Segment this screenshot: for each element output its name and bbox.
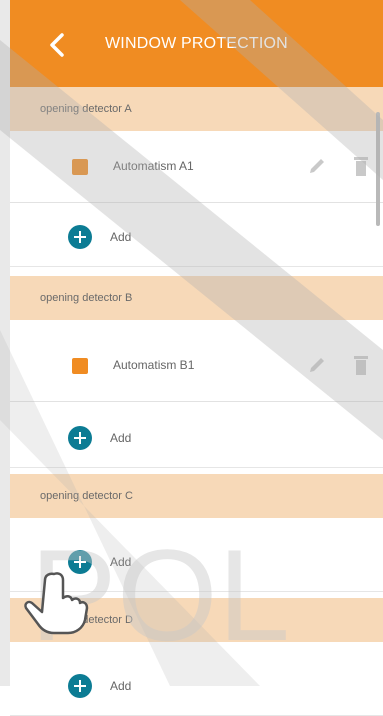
plus-circle-icon[interactable] <box>68 426 92 450</box>
automatism-label: Automatism A1 <box>113 159 194 173</box>
chevron-left-icon[interactable] <box>46 32 68 58</box>
page-title: WINDOW PROTECTION <box>105 35 288 52</box>
pencil-icon[interactable] <box>306 354 328 376</box>
add-row-detector-a[interactable]: Add <box>10 203 383 267</box>
add-row-detector-b[interactable]: Add <box>10 404 383 468</box>
list-item-automatism-b1[interactable]: Automatism B1 <box>10 330 383 402</box>
add-label: Add <box>110 555 132 569</box>
list-item-automatism-a1[interactable]: Automatism A1 <box>10 131 383 203</box>
scrollbar[interactable] <box>376 112 380 226</box>
add-label: Add <box>110 230 132 244</box>
section-header-detector-b: opening detector B <box>10 276 383 320</box>
hand-pointer-icon <box>24 572 89 635</box>
add-label: Add <box>110 679 132 693</box>
automatism-color-square <box>72 358 88 374</box>
section-header-detector-a: opening detector A <box>10 87 383 131</box>
add-row-detector-d[interactable]: Add <box>10 652 383 716</box>
automatism-color-square <box>72 159 88 175</box>
plus-circle-icon[interactable] <box>68 674 92 698</box>
automatism-label: Automatism B1 <box>113 358 195 372</box>
section-header-detector-c: opening detector C <box>10 474 383 518</box>
pencil-icon[interactable] <box>306 155 328 177</box>
trash-icon[interactable] <box>353 354 369 376</box>
add-label: Add <box>110 431 132 445</box>
trash-icon[interactable] <box>353 155 369 177</box>
app-header: WINDOW PROTECTION <box>10 0 383 87</box>
plus-circle-icon[interactable] <box>68 225 92 249</box>
left-edge-strip <box>0 0 10 686</box>
